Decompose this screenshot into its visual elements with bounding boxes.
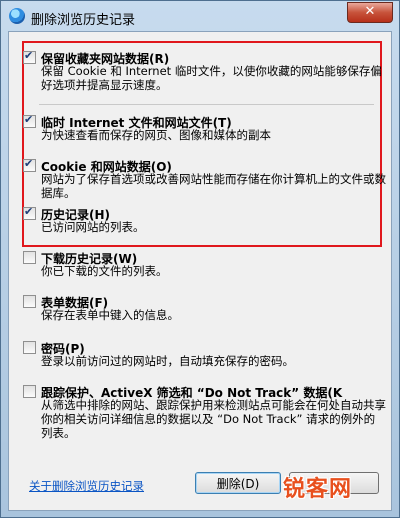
checkbox-tracking-protection[interactable]	[23, 385, 36, 398]
checkbox-temp-files[interactable]	[23, 113, 36, 128]
option-description: 网站为了保存首选项或改善网站性能而存储在你计算机上的文件或数据库。	[41, 172, 386, 200]
checkbox-passwords[interactable]	[23, 341, 36, 354]
separator	[39, 104, 374, 105]
option-description: 为快速查看而保存的网页、图像和媒体的副本	[41, 128, 271, 142]
window-title: 删除浏览历史记录	[31, 13, 136, 28]
checkbox-cookies[interactable]	[23, 157, 36, 172]
checkbox-history[interactable]	[23, 205, 36, 220]
dialog-window: 删除浏览历史记录 ✕ 保留收藏夹网站数据(R) 保留 Cookie 和 Inte…	[0, 0, 400, 518]
watermark-logo: 锐客网	[283, 477, 353, 502]
dialog-content: 保留收藏夹网站数据(R) 保留 Cookie 和 Internet 临时文件，以…	[8, 31, 392, 511]
close-button[interactable]: ✕	[347, 2, 393, 23]
ie-app-icon	[9, 8, 25, 24]
help-link[interactable]: 关于删除浏览历史记录	[29, 478, 144, 494]
option-description: 登录以前访问过的网站时，自动填充保存的密码。	[41, 354, 294, 368]
checkbox-form-data[interactable]	[23, 295, 36, 308]
delete-button[interactable]: 删除(D)	[195, 472, 281, 494]
option-description: 从筛选中排除的网站、跟踪保护用来检测站点可能会在何处自动共享你的相关访问详细信息…	[41, 398, 386, 440]
option-description: 保存在表单中键入的信息。	[41, 308, 179, 322]
option-description: 已访问网站的列表。	[41, 220, 145, 234]
checkbox-download-history[interactable]	[23, 251, 36, 264]
checkbox-preserve-favorites[interactable]	[23, 49, 36, 64]
option-description: 保留 Cookie 和 Internet 临时文件，以使你收藏的网站能够保存偏好…	[41, 64, 382, 92]
option-description: 你已下载的文件的列表。	[41, 264, 168, 278]
title-bar[interactable]: 删除浏览历史记录 ✕	[1, 1, 399, 31]
